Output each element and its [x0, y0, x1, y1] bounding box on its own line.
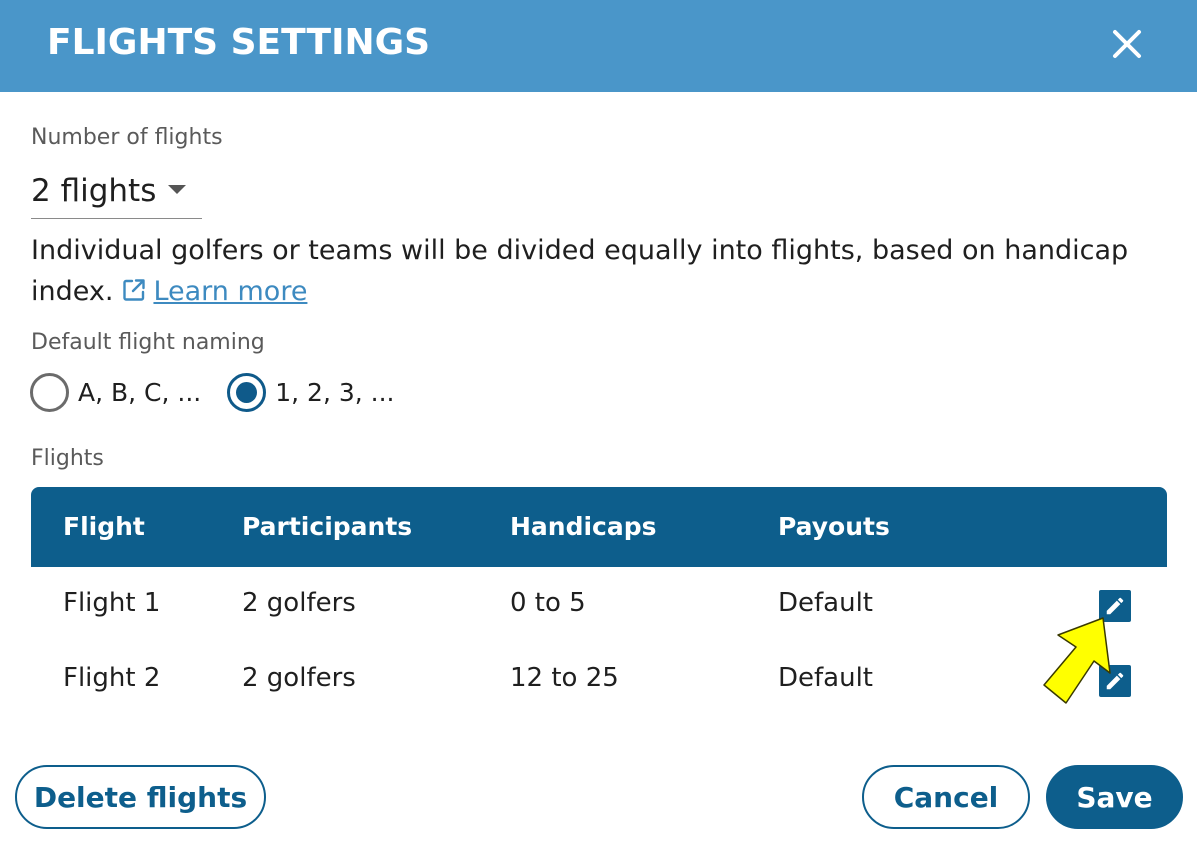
flights-description: Individual golfers or teams will be divi…	[31, 230, 1171, 315]
table-row: Flight 1 2 golfers 0 to 5 Default	[31, 567, 1167, 642]
pencil-icon	[1106, 672, 1124, 690]
cancel-button[interactable]: Cancel	[862, 765, 1030, 829]
naming-option-letters-label: A, B, C, ...	[78, 377, 202, 407]
flight-name: Flight 2	[63, 663, 161, 693]
dialog-title: FLIGHTS SETTINGS	[47, 22, 431, 63]
number-of-flights-select[interactable]: 2 flights	[31, 163, 202, 219]
naming-option-numbers-label: 1, 2, 3, ...	[275, 377, 395, 407]
delete-flights-button[interactable]: Delete flights	[15, 765, 266, 829]
column-header-participants: Participants	[242, 512, 413, 541]
flight-payouts: Default	[778, 588, 873, 618]
flights-table-label: Flights	[31, 446, 104, 471]
close-icon	[1113, 30, 1141, 58]
radio-checked-icon[interactable]	[227, 372, 267, 412]
column-header-payouts: Payouts	[778, 512, 890, 541]
table-row: Flight 2 2 golfers 12 to 25 Default	[31, 642, 1167, 717]
close-button[interactable]	[1105, 22, 1149, 66]
flight-participants: 2 golfers	[242, 663, 356, 693]
naming-radio-group: A, B, C, ... 1, 2, 3, ...	[30, 372, 420, 412]
pencil-icon	[1106, 597, 1124, 615]
number-of-flights-value: 2 flights	[31, 172, 157, 209]
column-header-handicaps: Handicaps	[510, 512, 657, 541]
flight-handicaps: 0 to 5	[510, 588, 586, 618]
save-button[interactable]: Save	[1046, 765, 1183, 829]
dropdown-caret-icon	[168, 185, 186, 194]
radio-dot	[236, 381, 258, 403]
default-naming-label: Default flight naming	[31, 330, 265, 355]
flight-handicaps: 12 to 25	[510, 663, 619, 693]
dialog-header: FLIGHTS SETTINGS	[0, 0, 1197, 92]
flight-name: Flight 1	[63, 588, 161, 618]
number-of-flights-label: Number of flights	[31, 125, 223, 150]
edit-flight-2-button[interactable]	[1099, 665, 1131, 697]
radio-unchecked-icon[interactable]	[30, 372, 69, 412]
naming-option-letters[interactable]: A, B, C, ...	[30, 372, 202, 412]
column-header-flight: Flight	[63, 512, 145, 541]
edit-flight-1-button[interactable]	[1099, 590, 1131, 622]
flight-participants: 2 golfers	[242, 588, 356, 618]
flights-table: Flight Participants Handicaps Payouts Fl…	[31, 487, 1167, 717]
flight-payouts: Default	[778, 663, 873, 693]
table-header: Flight Participants Handicaps Payouts	[31, 487, 1167, 567]
learn-more-link[interactable]: Learn more	[153, 276, 307, 307]
external-link-icon[interactable]	[121, 274, 147, 315]
naming-option-numbers[interactable]: 1, 2, 3, ...	[227, 372, 395, 412]
